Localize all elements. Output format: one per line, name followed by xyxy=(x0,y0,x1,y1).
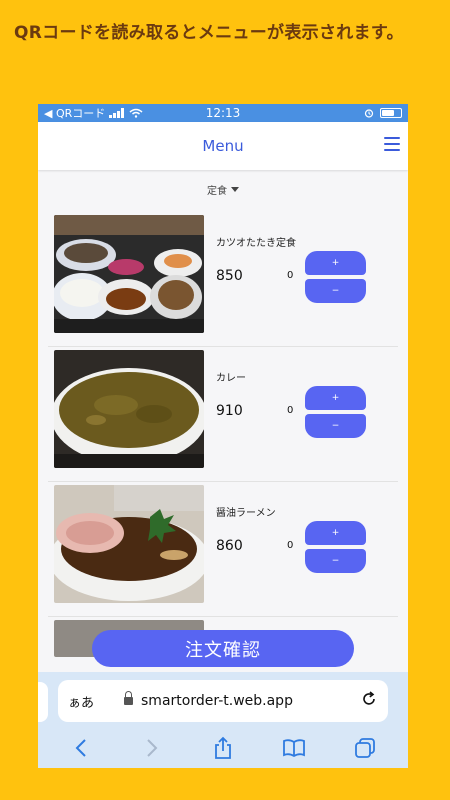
item-price: 850 xyxy=(216,268,243,284)
curry-photo xyxy=(54,350,204,468)
back-icon[interactable] xyxy=(69,736,93,760)
caret-down-icon xyxy=(231,186,239,192)
item-quantity: 0 xyxy=(287,270,294,281)
item-name: カツオたたき定食 xyxy=(216,238,296,249)
category-dropdown[interactable]: 定食 xyxy=(38,182,408,197)
reload-icon[interactable] xyxy=(360,690,378,713)
shoyu-ramen-photo xyxy=(54,485,204,603)
status-bar: ◀ QRコード 12:13 xyxy=(38,104,408,122)
decrement-button[interactable]: − xyxy=(305,279,366,303)
url-text: smartorder-t.web.app xyxy=(141,693,293,709)
category-label: 定食 xyxy=(207,185,227,197)
alarm-icon xyxy=(364,109,374,118)
reader-settings-button[interactable]: ぁあ xyxy=(68,692,94,711)
instruction-headline: QRコードを読み取るとメニューが表示されます。 xyxy=(14,23,404,43)
forward-icon[interactable] xyxy=(140,736,164,760)
browser-toolbar xyxy=(38,730,408,766)
increment-button[interactable]: + xyxy=(305,386,366,410)
katsuo-teishoku-photo xyxy=(54,215,204,333)
lock-icon xyxy=(124,691,134,706)
quantity-stepper: + − xyxy=(305,251,366,303)
hamburger-icon[interactable] xyxy=(384,137,400,151)
item-name: カレー xyxy=(216,373,246,384)
increment-button[interactable]: + xyxy=(305,251,366,275)
menu-item: 醤油ラーメン 860 0 + − xyxy=(48,482,398,617)
item-quantity: 0 xyxy=(287,540,294,551)
menu-list: カツオたたき定食 850 0 + − カレー 910 0 + − 醤油ラーメン … xyxy=(38,212,408,657)
tabs-icon[interactable] xyxy=(353,736,377,760)
phone-screen: ◀ QRコード 12:13 Menu 定食 カツオたたき定食 850 0 + −… xyxy=(38,104,408,768)
decrement-button[interactable]: − xyxy=(305,414,366,438)
address-bar[interactable]: ぁあ smartorder-t.web.app xyxy=(58,680,388,722)
browser-chrome: ぁあ smartorder-t.web.app xyxy=(38,672,408,768)
item-price: 860 xyxy=(216,538,243,554)
share-icon[interactable] xyxy=(211,736,235,760)
item-name: 醤油ラーメン xyxy=(216,508,276,519)
decrement-button[interactable]: − xyxy=(305,549,366,573)
page-title: Menu xyxy=(202,137,244,155)
bookmarks-icon[interactable] xyxy=(282,736,306,760)
battery-icon xyxy=(380,108,402,118)
item-price: 910 xyxy=(216,403,243,419)
app-navbar: Menu xyxy=(38,122,408,170)
clock: 12:13 xyxy=(205,106,241,120)
order-confirm-button[interactable]: 注文確認 xyxy=(92,630,354,667)
menu-item: カツオたたき定食 850 0 + − xyxy=(48,212,398,347)
menu-item: カレー 910 0 + − xyxy=(48,347,398,482)
signal-icon xyxy=(109,108,125,118)
quantity-stepper: + − xyxy=(305,386,366,438)
back-to-app-link[interactable]: ◀ QRコード xyxy=(44,105,105,121)
quantity-stepper: + − xyxy=(305,521,366,573)
increment-button[interactable]: + xyxy=(305,521,366,545)
wifi-icon xyxy=(129,108,143,118)
previous-tab-preview[interactable] xyxy=(38,682,48,722)
item-quantity: 0 xyxy=(287,405,294,416)
